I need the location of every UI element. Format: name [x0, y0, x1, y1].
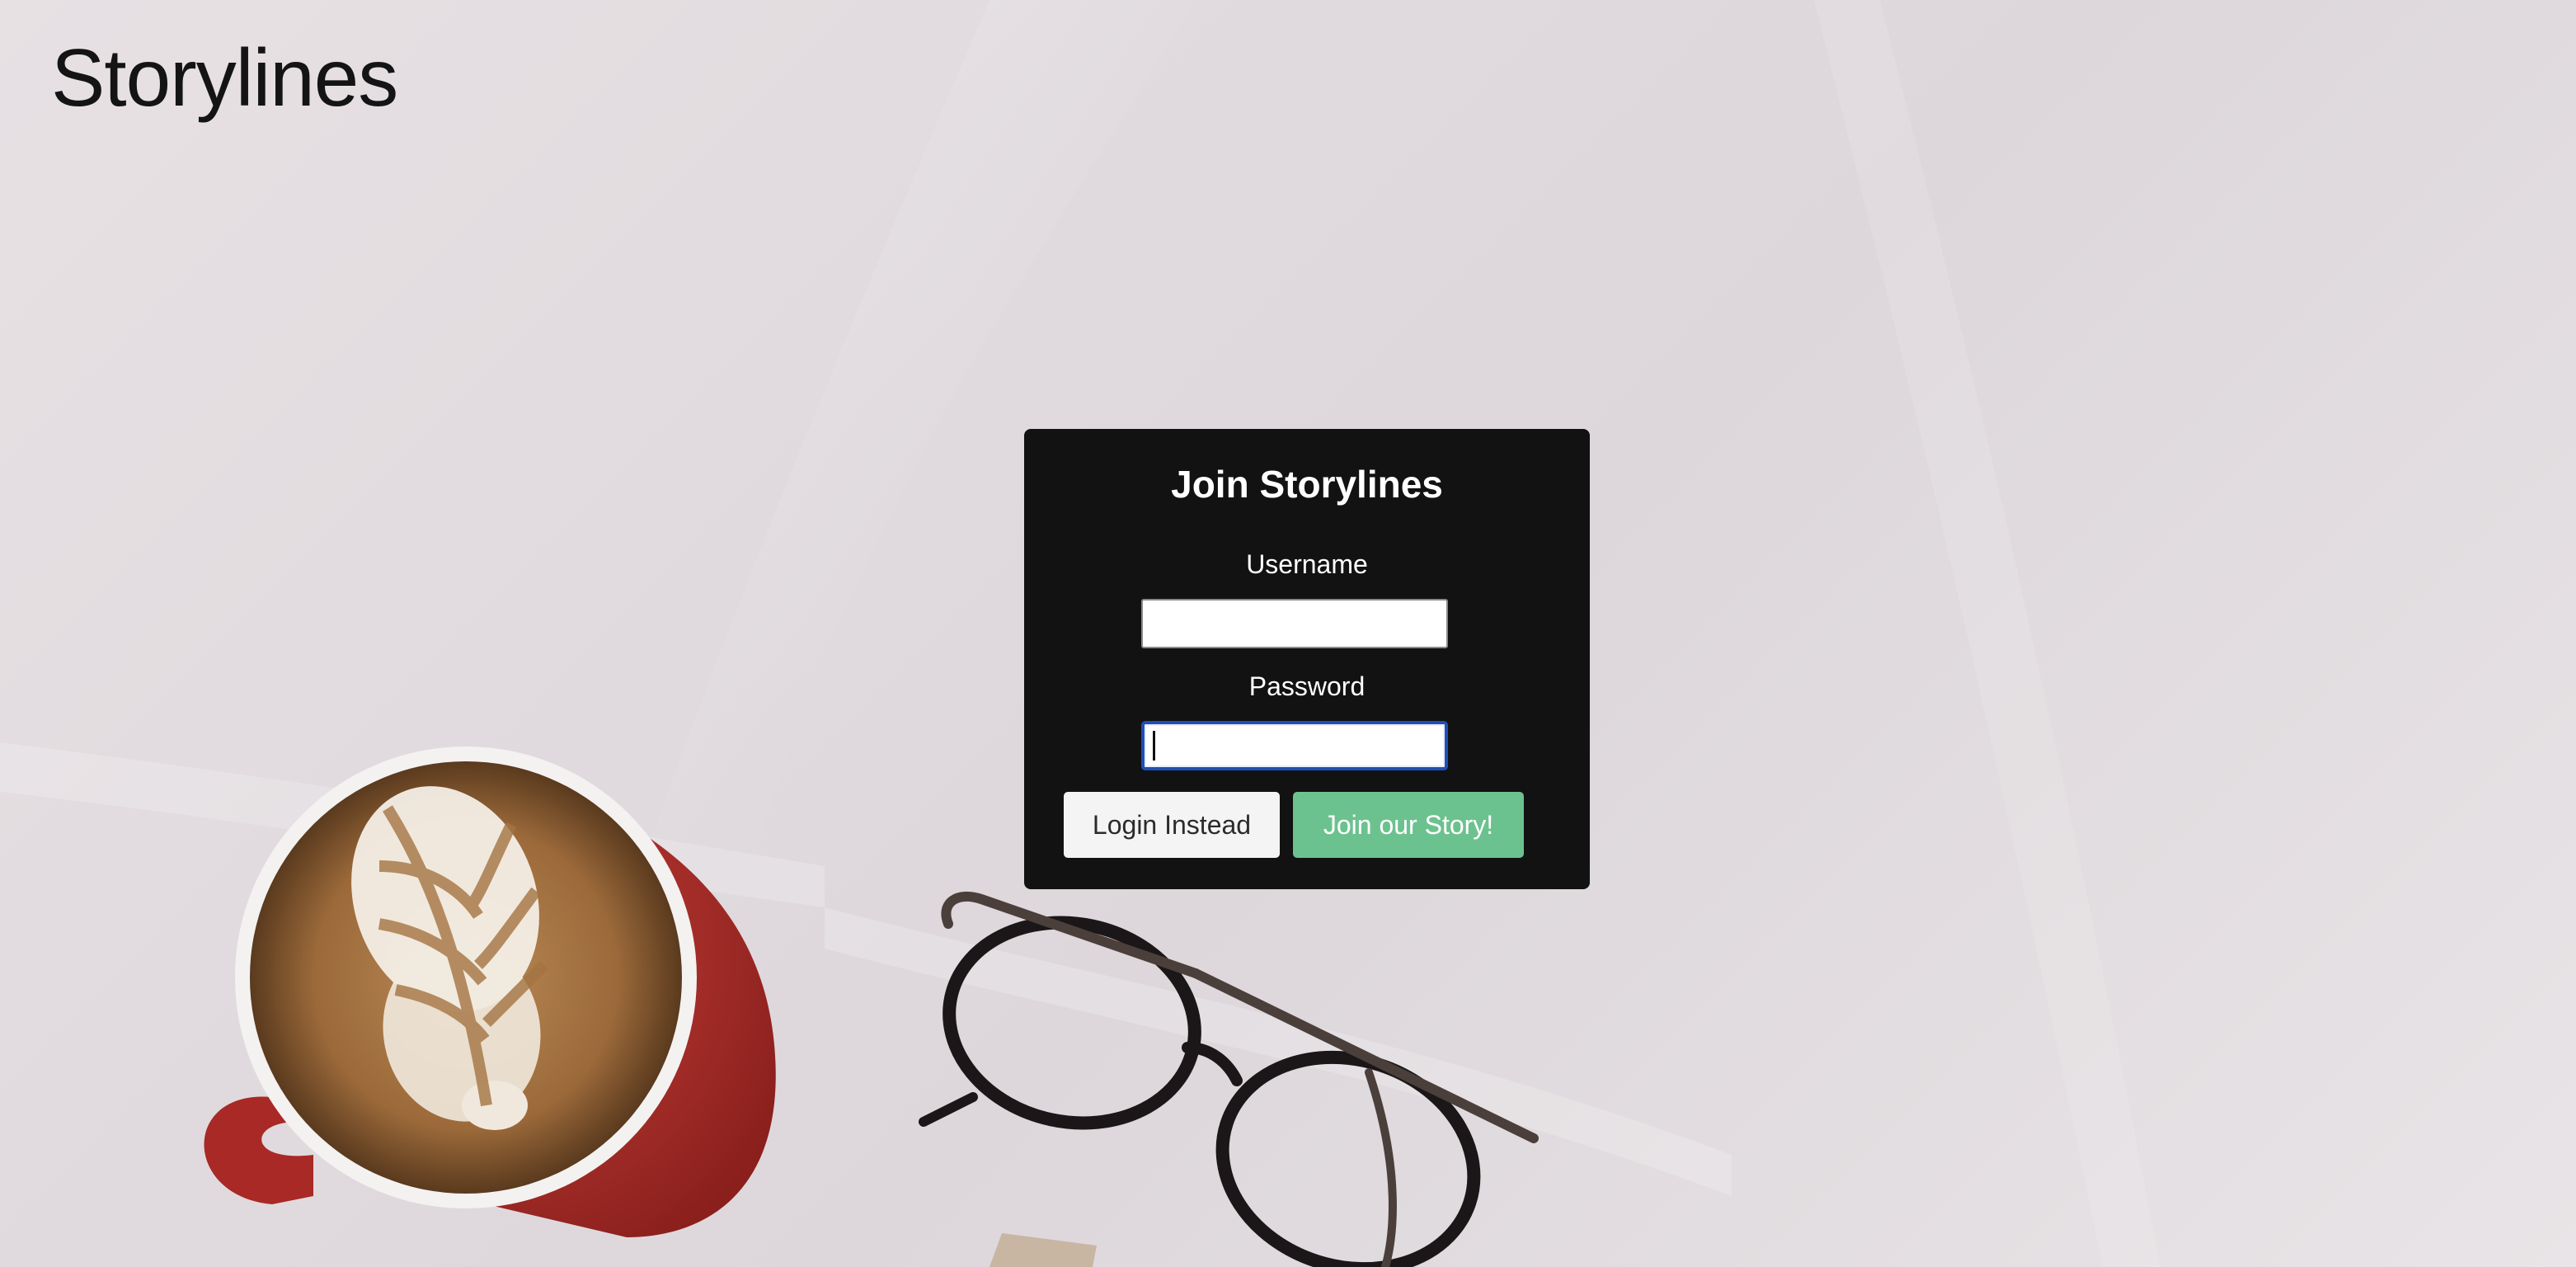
- password-input[interactable]: [1141, 721, 1448, 770]
- username-input[interactable]: [1141, 599, 1448, 648]
- password-label: Password: [1248, 671, 1366, 701]
- username-label: Username: [1246, 549, 1368, 579]
- text-cursor: [1153, 731, 1155, 761]
- join-button[interactable]: Join our Story!: [1293, 792, 1524, 858]
- signup-heading: Join Storylines: [1171, 463, 1443, 506]
- signup-card: Join Storylines Username Password Login …: [1024, 429, 1590, 889]
- site-title: Storylines: [51, 32, 398, 123]
- login-instead-button[interactable]: Login Instead: [1064, 792, 1280, 858]
